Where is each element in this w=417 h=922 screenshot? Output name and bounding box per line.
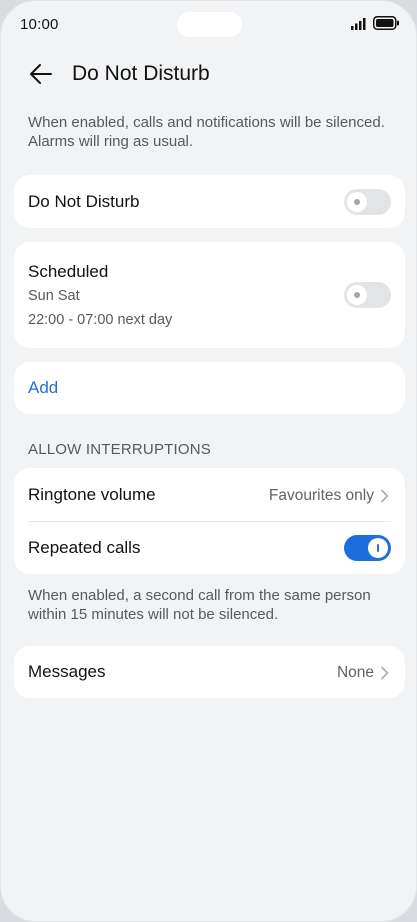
status-time: 10:00: [20, 16, 59, 33]
dnd-label: Do Not Disturb: [28, 192, 140, 211]
signal-icon: [351, 18, 366, 30]
repeated-calls-row[interactable]: Repeated calls: [14, 522, 405, 574]
repeated-calls-label: Repeated calls: [28, 538, 141, 557]
intro-description: When enabled, calls and notifications wi…: [28, 114, 385, 150]
header: Do Not Disturb: [1, 55, 416, 95]
scheduled-label: Scheduled: [28, 262, 109, 281]
battery-icon: [373, 16, 399, 30]
toggle-knob: [347, 285, 367, 305]
messages-label: Messages: [28, 662, 106, 681]
allow-interruptions-card: Ringtone volume Favourites only Repeated…: [14, 468, 405, 574]
scheduled-card[interactable]: Scheduled Sun Sat 22:00 - 07:00 next day: [14, 242, 405, 348]
phone-screen: 10:00 Do Not Disturb When enabled, calls…: [0, 0, 417, 922]
section-header-allow-interruptions: ALLOW INTERRUPTIONS: [28, 441, 211, 458]
chevron-right-icon: [381, 489, 389, 503]
chevron-right-icon: [381, 666, 389, 680]
toggle-knob: [347, 192, 367, 212]
ringtone-volume-label: Ringtone volume: [28, 485, 156, 504]
repeated-calls-toggle[interactable]: [344, 535, 391, 561]
toggle-knob: [368, 538, 388, 558]
repeated-calls-note: When enabled, a second call from the sam…: [28, 587, 371, 623]
scheduled-time-range: 22:00 - 07:00 next day: [28, 312, 173, 328]
back-arrow-icon[interactable]: [28, 61, 54, 87]
ringtone-volume-row[interactable]: Ringtone volume Favourites only: [14, 468, 405, 521]
scheduled-toggle[interactable]: [344, 282, 391, 308]
add-card[interactable]: Add: [14, 362, 405, 414]
ringtone-volume-value: Favourites only: [268, 487, 374, 504]
add-button[interactable]: Add: [28, 378, 58, 398]
messages-value: None: [336, 664, 374, 681]
page-title: Do Not Disturb: [72, 62, 210, 85]
status-bar: 10:00: [1, 1, 416, 47]
scheduled-days: Sun Sat: [28, 288, 80, 304]
dnd-card[interactable]: Do Not Disturb: [14, 175, 405, 228]
dnd-toggle[interactable]: [344, 189, 391, 215]
camera-pill: [177, 12, 242, 37]
messages-card[interactable]: Messages None: [14, 646, 405, 698]
